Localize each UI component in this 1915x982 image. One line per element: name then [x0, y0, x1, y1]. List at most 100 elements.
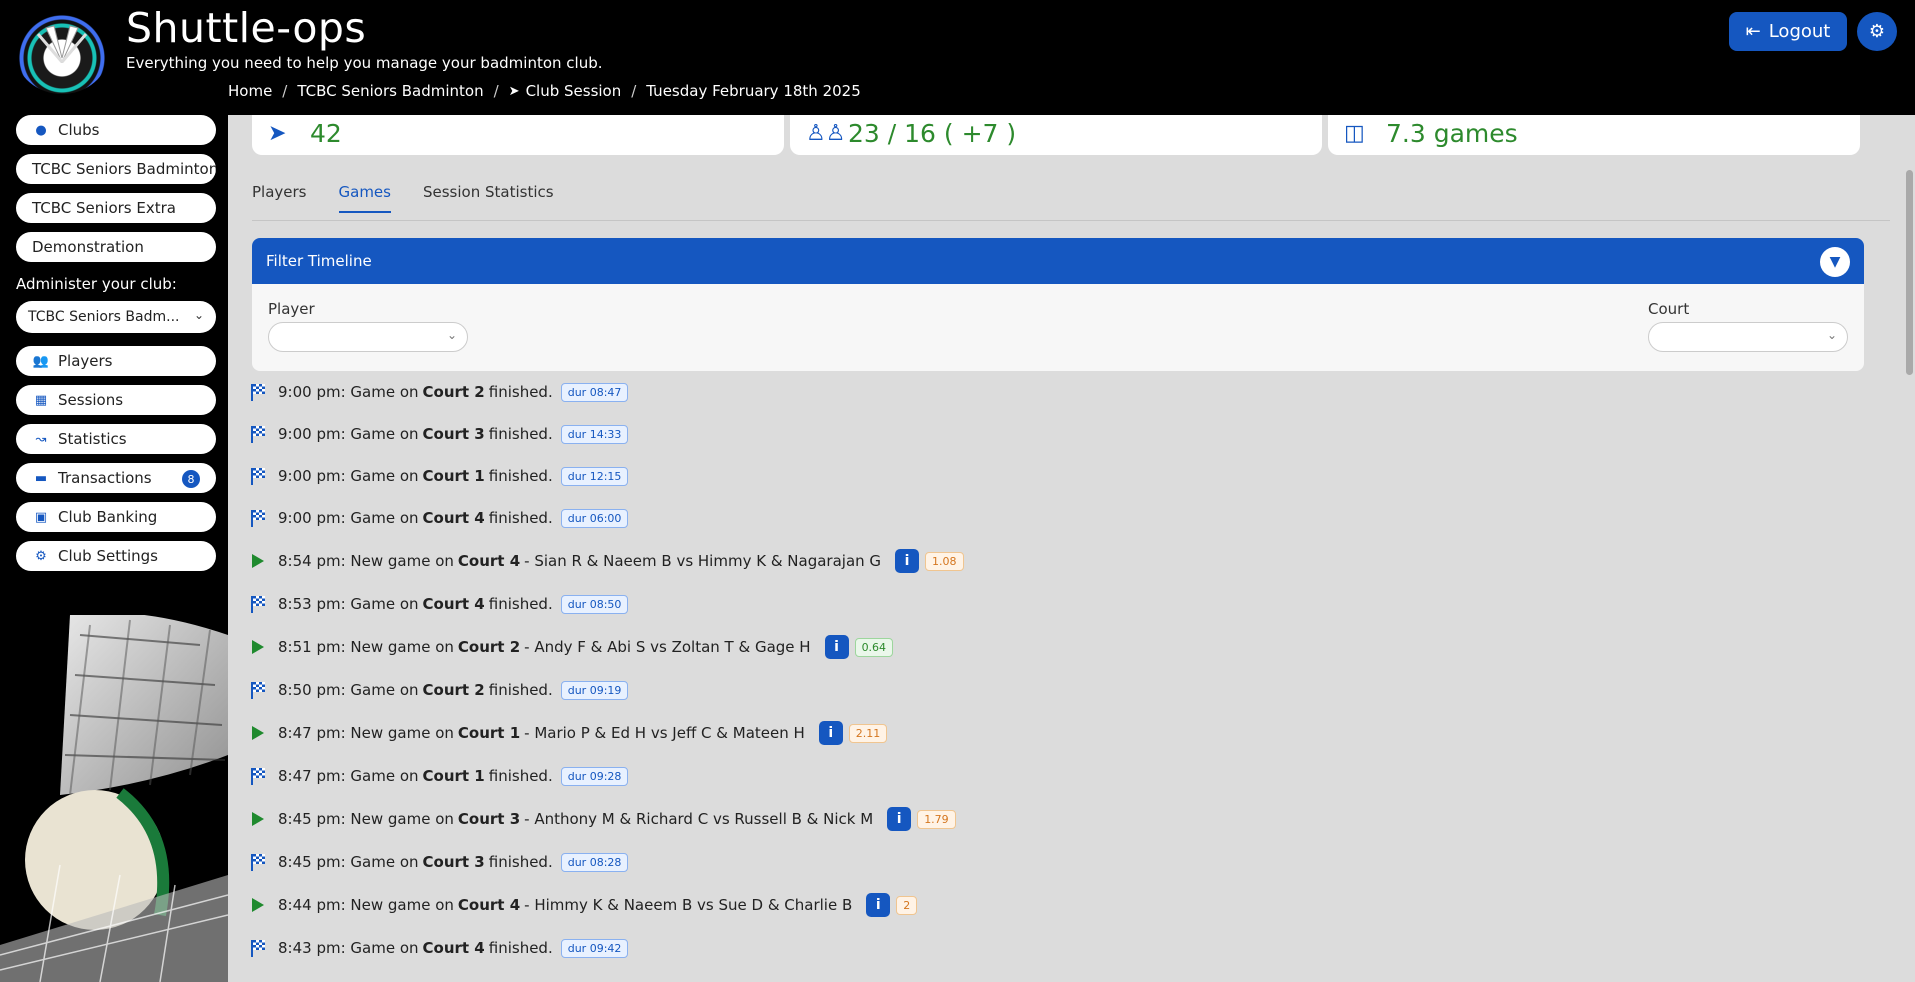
tab-session-statistics[interactable]: Session Statistics [423, 183, 554, 213]
timeline-court: Court 2 [457, 638, 521, 656]
timeline-row: 9:00 pm: Game on Court 3 finished. dur 14:3… [248, 419, 629, 449]
timeline-row: 8:45 pm: Game on Court 3 finished. dur 08:2… [248, 847, 629, 877]
timeline-detail: - Anthony M & Richard C vs Russell B & N… [524, 810, 874, 828]
stat-value: 7.3 games [1386, 119, 1518, 148]
breadcrumb-home[interactable]: Home [228, 82, 272, 100]
stat-card-players: ♙♙ 23 / 16 ( +7 ) [790, 115, 1322, 155]
filter-timeline-title: Filter Timeline [266, 252, 372, 270]
scrollbar-thumb[interactable] [1906, 170, 1913, 375]
logout-button[interactable]: ⇤ Logout [1729, 12, 1847, 51]
play-icon [248, 725, 268, 741]
sidebar-item-label: Club Banking [58, 508, 158, 526]
timeline-court: Court 4 [457, 552, 521, 570]
players-icon: ♙♙ [806, 121, 846, 146]
timeline-detail: - Sian R & Naeem B vs Himmy K & Nagaraja… [524, 552, 882, 570]
timeline-time: 8:50 pm: Game on [278, 681, 419, 699]
tab-games[interactable]: Games [338, 183, 391, 213]
info-button[interactable]: i [818, 721, 843, 745]
shuttlecock-icon: ➤ [268, 121, 287, 146]
breadcrumb-club[interactable]: TCBC Seniors Badminton [297, 82, 483, 100]
admin-club-select[interactable]: TCBC Seniors Badm... ⌄ [16, 301, 216, 333]
wallet-icon: ▣ [34, 509, 48, 525]
chevron-down-icon: ⌄ [193, 308, 204, 322]
timeline-time: 8:47 pm: New game on [278, 724, 454, 742]
sidebar-item-tcbc-seniors-badminton[interactable]: TCBC Seniors Badminton [16, 154, 216, 184]
sidebar-item-label: Demonstration [32, 238, 144, 256]
sidebar-item-label: TCBC Seniors Badminton [32, 160, 216, 178]
timeline-court: Court 4 [422, 509, 485, 527]
stat-card-games: ◫ 7.3 games [1328, 115, 1860, 155]
timeline-court: Court 4 [457, 896, 521, 914]
filter-clear-button[interactable]: ▼ [1820, 247, 1850, 277]
sidebar-item-label: Players [58, 352, 113, 370]
sidebar-item-clubs[interactable]: ● Clubs [16, 115, 216, 145]
breadcrumb-session[interactable]: Club Session [526, 82, 622, 100]
info-button[interactable]: i [887, 807, 912, 831]
info-button[interactable]: i [866, 893, 891, 917]
breadcrumb: Home / TCBC Seniors Badminton / ➤ Club S… [228, 82, 861, 100]
timeline-detail: finished. [488, 853, 553, 871]
chevron-down-icon: ⌄ [446, 328, 457, 342]
sidebar-item-label: Sessions [58, 391, 124, 409]
sidebar-item-club-banking[interactable]: ▣ Club Banking [16, 502, 216, 532]
info-button[interactable]: i [895, 549, 920, 573]
timeline-row: 8:47 pm: New game on Court 1- Mario P & E… [248, 718, 888, 748]
timeline-time: 9:00 pm: Game on [278, 509, 419, 527]
tab-players[interactable]: Players [252, 183, 307, 213]
timeline-detail: - Mario P & Ed H vs Jeff C & Mateen H [524, 724, 805, 742]
timeline-row: 8:51 pm: New game on Court 2- Andy F & Ab… [248, 632, 894, 662]
sidebar-item-transactions[interactable]: ▬ Transactions 8 [16, 463, 216, 493]
sidebar-item-label: Club Settings [58, 547, 158, 565]
checkered-flag-icon [248, 383, 268, 401]
timeline-time: 8:53 pm: Game on [278, 595, 419, 613]
play-icon [248, 553, 268, 569]
calendar-icon: ▦ [34, 392, 48, 408]
checkered-flag-icon [248, 467, 268, 485]
sidebar-item-label: Clubs [58, 121, 100, 139]
court-filter-select[interactable]: ⌄ [1648, 322, 1848, 352]
sidebar-item-label: Statistics [58, 430, 127, 448]
users-icon: ● [35, 122, 47, 138]
settings-button[interactable]: ⚙ [1857, 12, 1897, 51]
app-subtitle: Everything you need to help you manage y… [126, 54, 603, 72]
timeline-court: Court 1 [422, 467, 485, 485]
gear-icon: ⚙ [35, 548, 47, 564]
sidebar-item-tcbc-seniors-extra[interactable]: TCBC Seniors Extra [16, 193, 216, 223]
timeline-row: 8:45 pm: New game on Court 3- Anthony M &… [248, 804, 956, 834]
duration-badge: dur 09:19 [560, 680, 629, 700]
player-filter-label: Player [268, 300, 315, 318]
shuttlecock-logo-icon[interactable] [16, 14, 108, 94]
court-icon: ◫ [1344, 121, 1365, 146]
rating-badge: 0.64 [854, 637, 894, 657]
chevron-down-icon: ⌄ [1826, 328, 1837, 342]
timeline-row: 8:53 pm: Game on Court 4 finished. dur 08:5… [248, 589, 629, 619]
sidebar-item-demonstration[interactable]: Demonstration [16, 232, 216, 262]
sidebar-item-club-settings[interactable]: ⚙ Club Settings [16, 541, 216, 571]
breadcrumb-separator: / [493, 82, 499, 100]
timeline-detail: finished. [488, 681, 553, 699]
timeline-time: 8:54 pm: New game on [278, 552, 454, 570]
timeline-time: 8:45 pm: New game on [278, 810, 454, 828]
logout-icon: ⇤ [1745, 21, 1761, 42]
timeline-detail: finished. [488, 939, 553, 957]
info-button[interactable]: i [824, 635, 849, 659]
timeline-row: 8:43 pm: Game on Court 4 finished. dur 09:4… [248, 933, 629, 963]
timeline-court: Court 4 [422, 595, 485, 613]
play-icon [248, 639, 268, 655]
breadcrumb-separator: / [282, 82, 288, 100]
main-scrollbar[interactable] [1903, 115, 1915, 982]
breadcrumb-separator: / [631, 82, 637, 100]
timeline-detail: finished. [488, 767, 553, 785]
duration-badge: dur 08:28 [560, 852, 629, 872]
timeline-court: Court 1 [457, 724, 521, 742]
timeline-row: 9:00 pm: Game on Court 4 finished. dur 06:0… [248, 503, 629, 533]
sidebar-item-statistics[interactable]: ↝ Statistics [16, 424, 216, 454]
filter-timeline-header[interactable]: Filter Timeline ▼ [252, 238, 1864, 284]
timeline-time: 9:00 pm: Game on [278, 425, 419, 443]
sidebar-item-players[interactable]: 👥 Players [16, 346, 216, 376]
sidebar-item-sessions[interactable]: ▦ Sessions [16, 385, 216, 415]
player-filter-select[interactable]: ⌄ [268, 322, 468, 352]
timeline-detail: finished. [488, 467, 553, 485]
admin-club-label: Administer your club: [16, 275, 177, 293]
checkered-flag-icon [248, 767, 268, 785]
